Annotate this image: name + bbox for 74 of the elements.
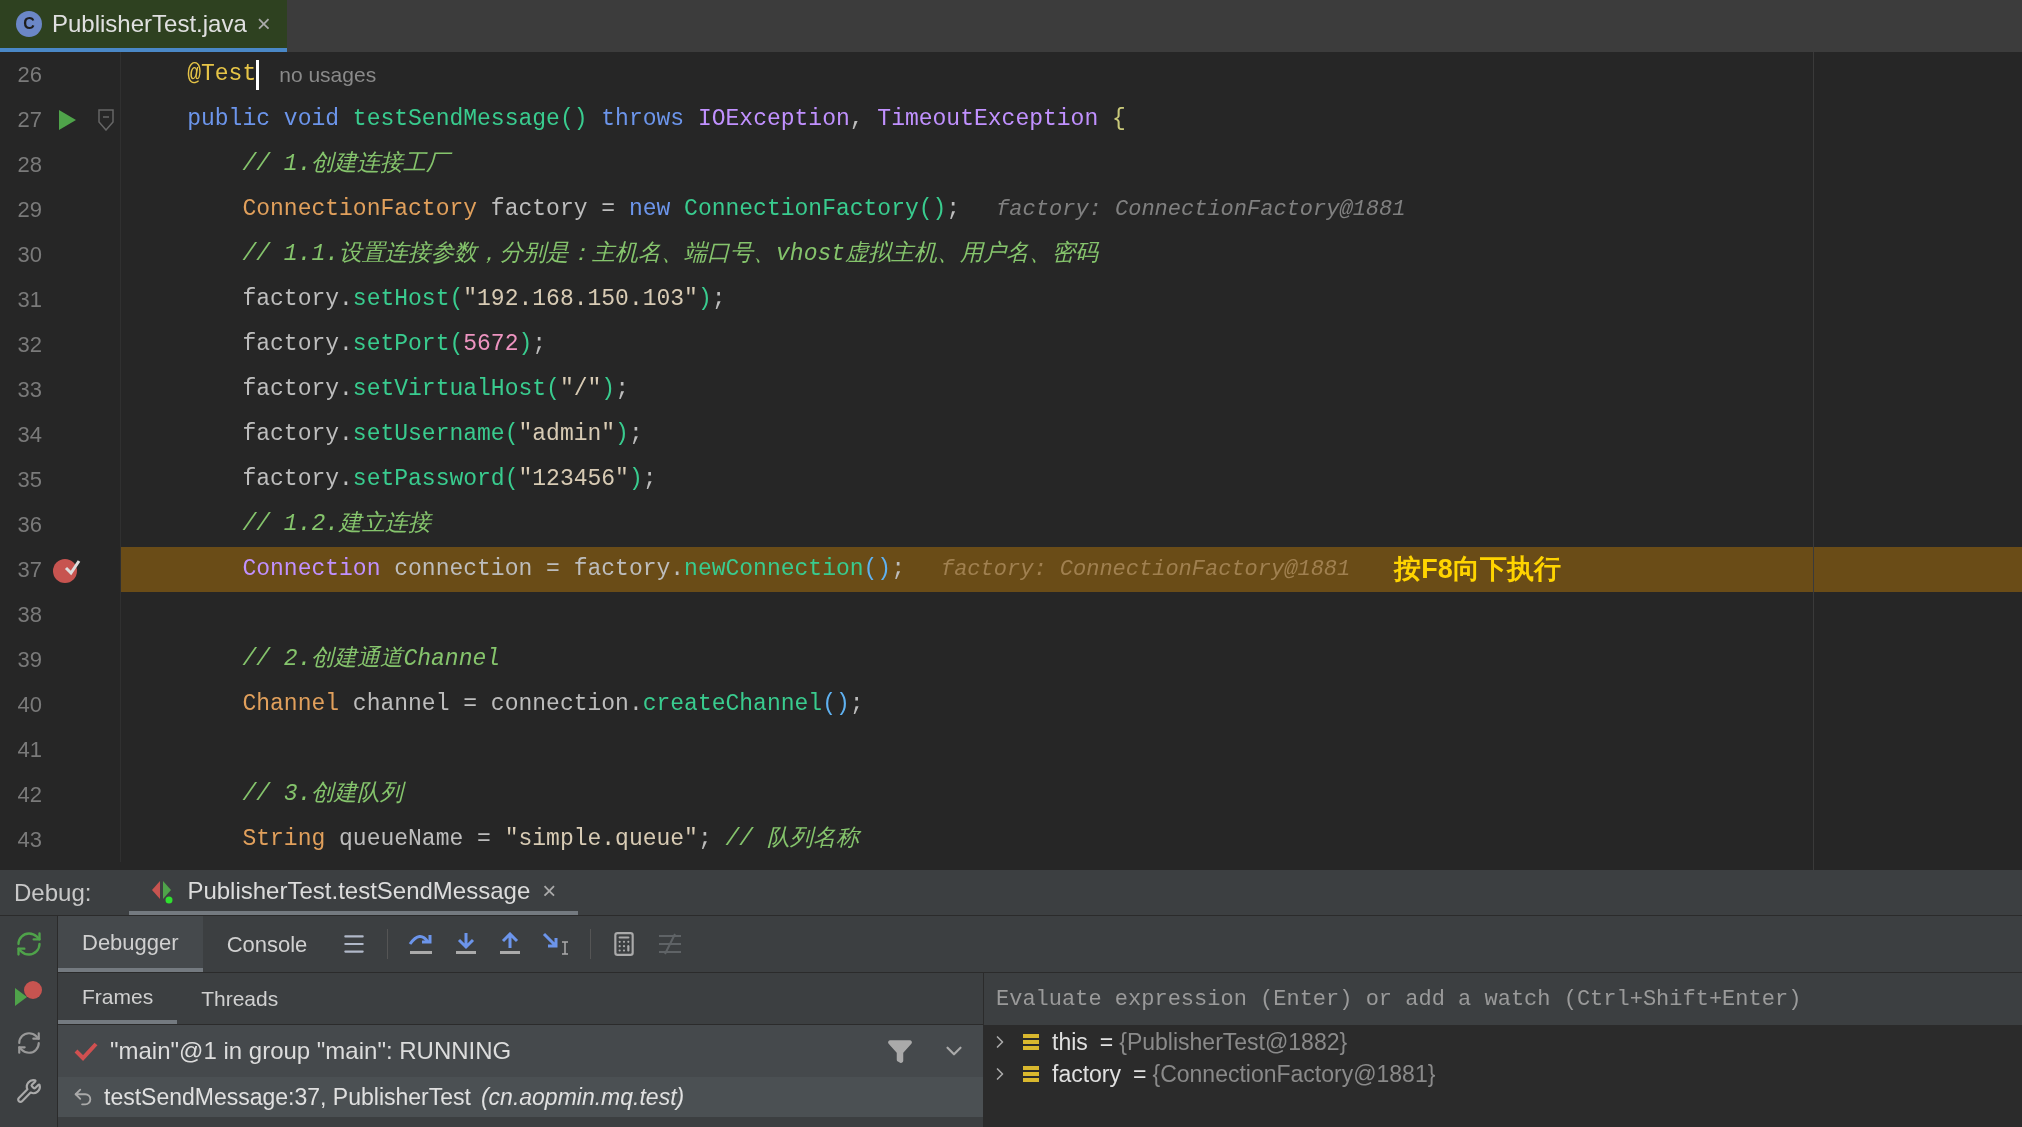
- run-to-cursor-icon[interactable]: [542, 932, 571, 956]
- code-text: // 1.2.建立连接: [241, 509, 432, 540]
- line-number: 33: [16, 376, 42, 404]
- debugger-tab[interactable]: Console: [202, 916, 332, 972]
- line-number: 30: [16, 241, 42, 269]
- line-number: 36: [16, 511, 42, 539]
- debug-label: Debug:: [14, 877, 92, 908]
- code-text: factory.setVirtualHost("/");: [241, 375, 629, 405]
- step-into-icon[interactable]: [454, 932, 479, 956]
- variable-value: {ConnectionFactory@1881}: [1152, 1059, 1436, 1089]
- line-number: 35: [16, 466, 42, 494]
- evaluate-input[interactable]: Evaluate expression (Enter) or add a watch (Ctrl+Shift+Enter): [996, 982, 2010, 1016]
- line-number: 41: [16, 736, 42, 764]
- stack-frame[interactable]: testSendMessage:37, PublisherTest (cn.aopmin.mq.test): [58, 1077, 983, 1117]
- annotation-note: 按F8向下执行: [1394, 553, 1561, 587]
- inline-value-hint: factory: ConnectionFactory@1881: [996, 196, 1406, 224]
- class-icon: C: [16, 11, 42, 37]
- frame-method: testSendMessage:37, PublisherTest: [104, 1082, 471, 1112]
- line-number: 34: [16, 421, 42, 449]
- line-number: 28: [16, 151, 42, 179]
- variable-name: this: [1052, 1027, 1088, 1057]
- thread-name: "main"@1 in group "main": RUNNING: [110, 1036, 513, 1066]
- code-text: // 3.创建队列: [241, 780, 404, 810]
- usage-hint: no usages: [279, 61, 377, 88]
- line-number: 42: [16, 781, 42, 809]
- code-text: Channel channel = connection.createChannel();: [241, 690, 864, 720]
- file-tab[interactable]: C PublisherTest.java ×: [0, 0, 287, 52]
- thread-selector[interactable]: "main"@1 in group "main": RUNNING: [58, 1025, 983, 1077]
- code-text: // 2.创建通道Channel: [241, 645, 501, 675]
- debug-session-title: PublisherTest.testSendMessage: [187, 875, 531, 906]
- settings-icon[interactable]: [15, 1078, 42, 1104]
- filter-icon[interactable]: [887, 1038, 913, 1064]
- evaluate-field[interactable]: Evaluate expression (Enter) or add a watch (Ctrl+Shift+Enter): [984, 973, 2022, 1025]
- close-icon[interactable]: ×: [542, 872, 557, 909]
- return-icon: [72, 1086, 94, 1108]
- code-text: Connection connection = factory.newConnection();: [241, 555, 905, 585]
- code-text: // 1.1.设置连接参数，分别是：主机名、端口号、vhost虚拟主机、用户名、密码: [241, 239, 1099, 270]
- line-number: 29: [16, 196, 42, 224]
- frame-package: (cn.aopmin.mq.test): [480, 1082, 685, 1112]
- code-text: factory.setPort(5672);: [241, 330, 547, 360]
- code-text: ConnectionFactory factory = new ConnectionFactory();: [241, 195, 961, 225]
- line-number: 31: [16, 286, 42, 314]
- rerun-icon[interactable]: [14, 930, 43, 958]
- code-text: factory.setHost("192.168.150.103");: [241, 285, 726, 315]
- code-text: @Test: [186, 60, 257, 90]
- equals-sign: =: [1099, 1027, 1114, 1057]
- resume-icon[interactable]: [12, 980, 45, 1008]
- step-over-icon[interactable]: [408, 932, 435, 956]
- variable-name: factory: [1052, 1059, 1122, 1089]
- fold-icon[interactable]: [98, 108, 114, 131]
- debugger-tab[interactable]: Debugger: [58, 916, 203, 972]
- line-number: 32: [16, 331, 42, 359]
- frames-tab[interactable]: Threads: [177, 973, 303, 1024]
- equals-sign: =: [1133, 1059, 1147, 1089]
- line-number: 40: [16, 691, 42, 719]
- sync-icon[interactable]: [15, 1030, 42, 1056]
- line-number: 39: [16, 646, 42, 674]
- variable-value: {PublisherTest@1882}: [1119, 1027, 1348, 1057]
- line-number: 43: [16, 826, 42, 854]
- inline-value-hint: factory: ConnectionFactory@1881: [940, 556, 1351, 584]
- code-text: factory.setPassword("123456");: [241, 465, 657, 495]
- close-icon[interactable]: ×: [256, 6, 271, 42]
- check-icon: [74, 1041, 98, 1061]
- line-number: 38: [16, 601, 42, 629]
- line-number: 26: [16, 61, 42, 89]
- line-number: 27: [16, 106, 42, 134]
- field-icon: [1022, 1065, 1040, 1083]
- file-name: PublisherTest.java: [52, 9, 247, 39]
- line-number: 37: [16, 556, 42, 584]
- step-out-icon[interactable]: [498, 932, 523, 956]
- run-icon[interactable]: [57, 108, 77, 131]
- code-text: factory.setUsername("admin");: [241, 420, 643, 450]
- field-icon: [1022, 1033, 1040, 1051]
- code-text: public void testSendMessage() throws IOException, TimeoutException {: [186, 105, 1126, 135]
